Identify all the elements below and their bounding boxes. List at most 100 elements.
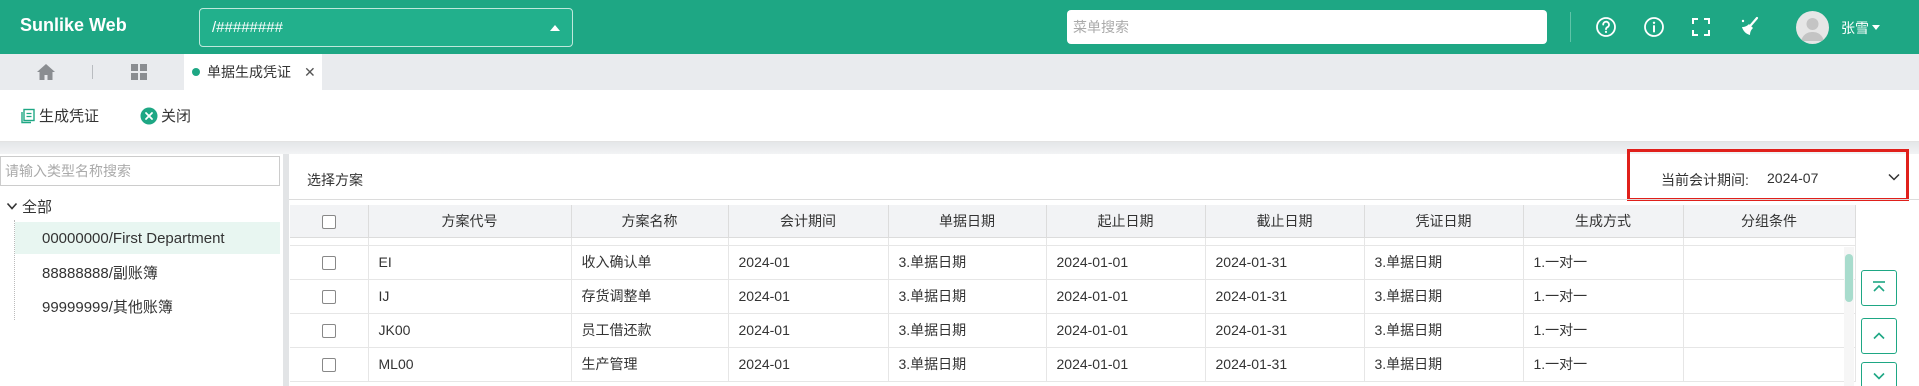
header-divider (289, 199, 1919, 200)
column-header[interactable]: 单据日期 (888, 205, 1047, 238)
chevron-up-icon (550, 24, 560, 31)
chevron-down-icon (1873, 372, 1885, 380)
select-all-checkbox[interactable] (290, 205, 369, 238)
row-checkbox[interactable] (290, 245, 369, 280)
generate-voucher-button[interactable]: 生成凭证 (20, 105, 99, 126)
table-cell: 2024-01 (728, 245, 889, 280)
table-row[interactable]: EI 收入确认单 2024-01 3.单据日期 2024-01-01 2024-… (290, 245, 1856, 280)
tab-voucher-generation[interactable]: 单据生成凭证 ✕ (184, 54, 322, 90)
chevron-down-icon[interactable] (1887, 170, 1901, 184)
column-header[interactable]: 分组条件 (1683, 205, 1856, 238)
column-header[interactable]: 截止日期 (1205, 205, 1365, 238)
broom-clean-icon[interactable] (1737, 14, 1763, 40)
table-cell: 1.一对一 (1523, 313, 1684, 348)
column-header[interactable]: 方案名称 (571, 205, 729, 238)
column-header[interactable]: 方案代号 (368, 205, 572, 238)
table-cell: 3.单据日期 (1364, 245, 1524, 280)
tree-item[interactable]: 00000000/First Department (15, 222, 280, 254)
close-label: 关闭 (161, 108, 192, 125)
scroll-down-button[interactable] (1861, 362, 1897, 386)
table-cell (1683, 279, 1856, 314)
table-cell: 2024-01-31 (1205, 347, 1365, 382)
scroll-top-button[interactable] (1861, 270, 1897, 306)
scroll-up-button[interactable] (1861, 318, 1897, 354)
tab-bar: 单据生成凭证 ✕ (0, 54, 1919, 90)
column-header[interactable]: 凭证日期 (1364, 205, 1524, 238)
row-checkbox[interactable] (290, 279, 369, 314)
account-select-value: /######## (212, 19, 283, 36)
table-cell: 2024-01-31 (1205, 279, 1365, 314)
tree-item[interactable]: 99999999/其他账簿 (15, 290, 280, 322)
table-cell (1683, 313, 1856, 348)
period-select[interactable]: 2024-07 (1767, 170, 1818, 186)
table-cell: 2024-01 (728, 279, 889, 314)
top-bar: Sunlike Web /######## 张雪 (0, 0, 1919, 54)
tab-label: 单据生成凭证 (207, 64, 291, 80)
table-cell: 存货调整单 (571, 279, 729, 314)
table-cell (1683, 347, 1856, 382)
table-row[interactable]: ML00 生产管理 2024-01 3.单据日期 2024-01-01 2024… (290, 347, 1856, 382)
scheme-table: 方案代号 方案名称 会计期间 单据日期 起止日期 截止日期 凭证日期 生成方式 … (290, 205, 1856, 382)
scheme-code-link[interactable]: EI (368, 245, 572, 280)
table-cell: 1.一对一 (1523, 245, 1684, 280)
type-search-input[interactable] (0, 156, 280, 186)
chevron-down-icon (6, 202, 18, 210)
close-button[interactable]: 关闭 (140, 105, 191, 126)
tree-item-label: 88888888/副账簿 (42, 264, 158, 282)
home-tab[interactable] (0, 54, 92, 90)
chevron-down-icon[interactable] (1872, 25, 1880, 30)
scheme-code-link[interactable]: JK00 (368, 313, 572, 348)
document-copy-icon (21, 108, 35, 123)
scrollbar-thumb[interactable] (1845, 254, 1853, 302)
generate-voucher-label: 生成凭证 (39, 108, 100, 125)
tree-root[interactable]: 全部 (6, 192, 52, 220)
header-divider (1570, 12, 1571, 42)
close-icon[interactable]: ✕ (304, 64, 316, 81)
column-header[interactable]: 生成方式 (1523, 205, 1684, 238)
app-logo: Sunlike Web (20, 15, 127, 35)
avatar[interactable] (1796, 11, 1829, 44)
table-cell: 收入确认单 (571, 245, 729, 280)
user-name[interactable]: 张雪 (1841, 18, 1869, 38)
table-spacer-row (290, 237, 1856, 246)
column-header[interactable]: 起止日期 (1046, 205, 1206, 238)
table-scrollbar[interactable] (1844, 247, 1854, 386)
table-header-row: 方案代号 方案名称 会计期间 单据日期 起止日期 截止日期 凭证日期 生成方式 … (290, 205, 1856, 238)
table-cell: 2024-01 (728, 313, 889, 348)
table-cell: 3.单据日期 (888, 245, 1047, 280)
table-cell: 2024-01 (728, 347, 889, 382)
tree-item[interactable]: 88888888/副账簿 (15, 256, 280, 288)
column-header[interactable]: 会计期间 (728, 205, 889, 238)
row-checkbox[interactable] (290, 347, 369, 382)
table-cell: 2024-01-01 (1046, 313, 1206, 348)
help-icon[interactable] (1593, 14, 1619, 40)
home-icon (37, 64, 55, 80)
tree-item-label: 00000000/First Department (42, 229, 225, 247)
scheme-code-link[interactable]: IJ (368, 279, 572, 314)
period-label: 当前会计期间: (1661, 172, 1749, 188)
close-circle-icon (140, 107, 158, 124)
chevron-up-icon (1873, 332, 1885, 340)
table-cell: 3.单据日期 (888, 279, 1047, 314)
scheme-code-link[interactable]: ML00 (368, 347, 572, 382)
fullscreen-icon[interactable] (1688, 14, 1714, 40)
row-checkbox[interactable] (290, 313, 369, 348)
table-row[interactable]: IJ 存货调整单 2024-01 3.单据日期 2024-01-01 2024-… (290, 279, 1856, 314)
table-row[interactable]: JK00 员工借还款 2024-01 3.单据日期 2024-01-01 202… (290, 313, 1856, 348)
menu-search-input[interactable] (1067, 10, 1547, 44)
table-cell: 2024-01-01 (1046, 347, 1206, 382)
tree-root-label: 全部 (22, 198, 53, 216)
info-icon[interactable] (1641, 14, 1667, 40)
toolbar: 生成凭证 关闭 (0, 90, 1919, 142)
scheme-panel: 选择方案 当前会计期间: 2024-07 方案代号 方案名称 会计期间 单据日期… (289, 149, 1919, 386)
apps-grid-tab[interactable] (93, 54, 184, 90)
table-cell: 3.单据日期 (1364, 279, 1524, 314)
arrow-to-top-icon (1873, 281, 1885, 292)
table-cell: 3.单据日期 (888, 313, 1047, 348)
scheme-label: 选择方案 (307, 172, 363, 188)
table-cell: 3.单据日期 (1364, 313, 1524, 348)
table-cell: 1.一对一 (1523, 347, 1684, 382)
account-select[interactable]: /######## (199, 8, 573, 47)
active-dot-icon (192, 68, 200, 76)
tree-item-label: 99999999/其他账簿 (42, 298, 173, 316)
